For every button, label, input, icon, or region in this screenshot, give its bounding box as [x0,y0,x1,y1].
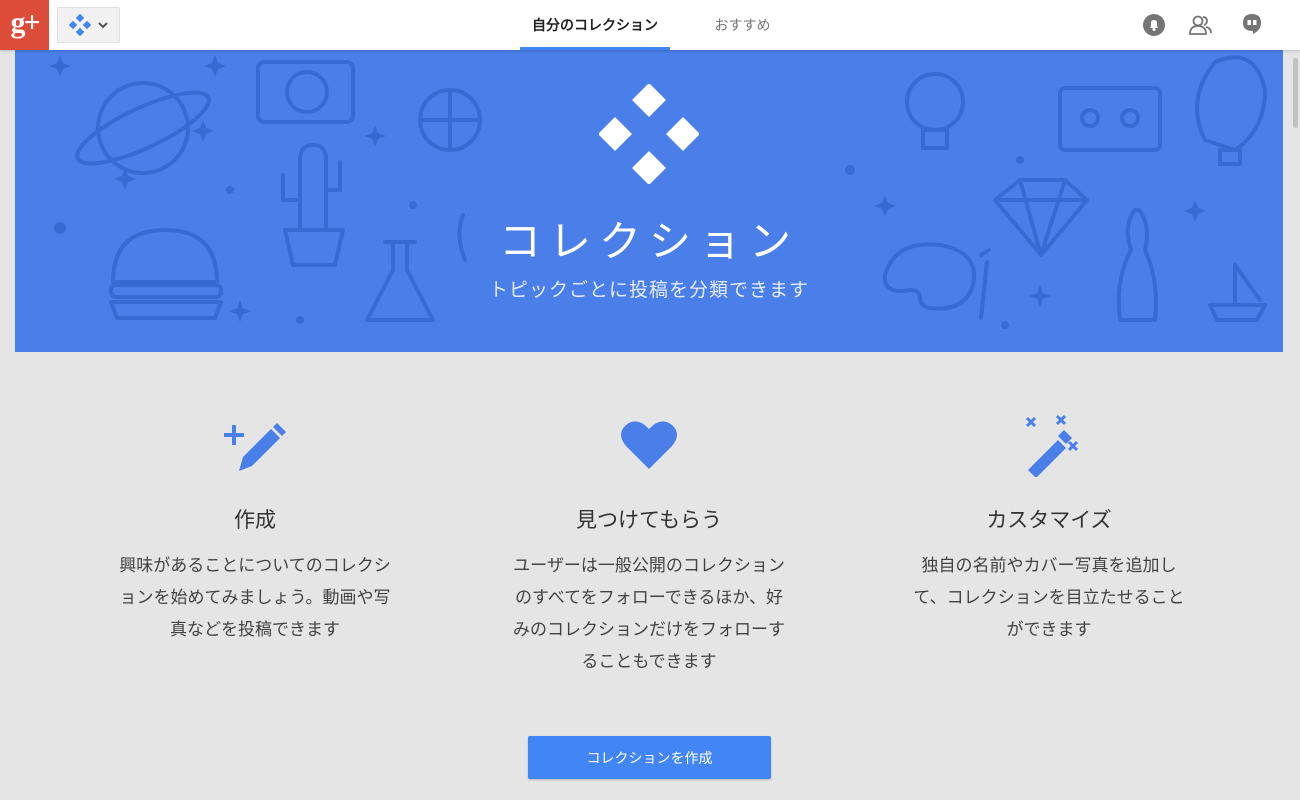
feature-customize: カスタマイズ 独自の名前やカバー写真を追加し て、コレクションを目立たせること … [869,410,1229,646]
magic-wand-icon [1025,414,1079,477]
feature-title: 作成 [234,508,276,532]
heart-icon [621,421,677,469]
feature-title: 見つけてもらう [576,508,722,532]
hangouts-icon[interactable] [1239,12,1265,38]
chevron-down-icon [97,22,108,29]
top-bar: g+ 自分のコレクション おすすめ [0,0,1300,50]
feature-discover: 見つけてもらう ユーザーは一般公開のコレクション のすべてをフォローできるほか、… [469,410,829,678]
collections-switcher-button[interactable] [57,7,120,43]
feature-description: 興味があることについてのコレクシ ョンを始めてみましょう。動画や写 真などを投稿… [119,556,391,640]
tab-my-collections[interactable]: 自分のコレクション [520,0,670,50]
scrollbar[interactable] [1289,50,1300,800]
google-plus-logo[interactable]: g+ [0,0,49,50]
feature-title: カスタマイズ [986,508,1112,532]
feature-create: 作成 興味があることについてのコレクシ ョンを始めてみましょう。動画や写 真など… [75,410,435,646]
collections-logo-icon [599,84,699,184]
collections-icon [68,14,91,36]
people-icon[interactable] [1187,12,1213,38]
create-icon [224,423,286,471]
tab-recommended[interactable]: おすすめ [700,0,785,50]
feature-description: ユーザーは一般公開のコレクション のすべてをフォローできるほか、好 みのコレクシ… [513,556,785,672]
create-collection-button[interactable]: コレクションを作成 [528,736,771,779]
scrollbar-thumb[interactable] [1293,58,1298,128]
hero-title: コレクション [498,217,799,266]
feature-description: 独自の名前やカバー写真を追加し て、コレクションを目立たせること ができます [913,556,1185,640]
hero-subtitle: トピックごとに投稿を分類できます [488,279,809,301]
notifications-icon[interactable] [1141,12,1167,38]
hero-banner: コレクション トピックごとに投稿を分類できます [15,50,1283,352]
